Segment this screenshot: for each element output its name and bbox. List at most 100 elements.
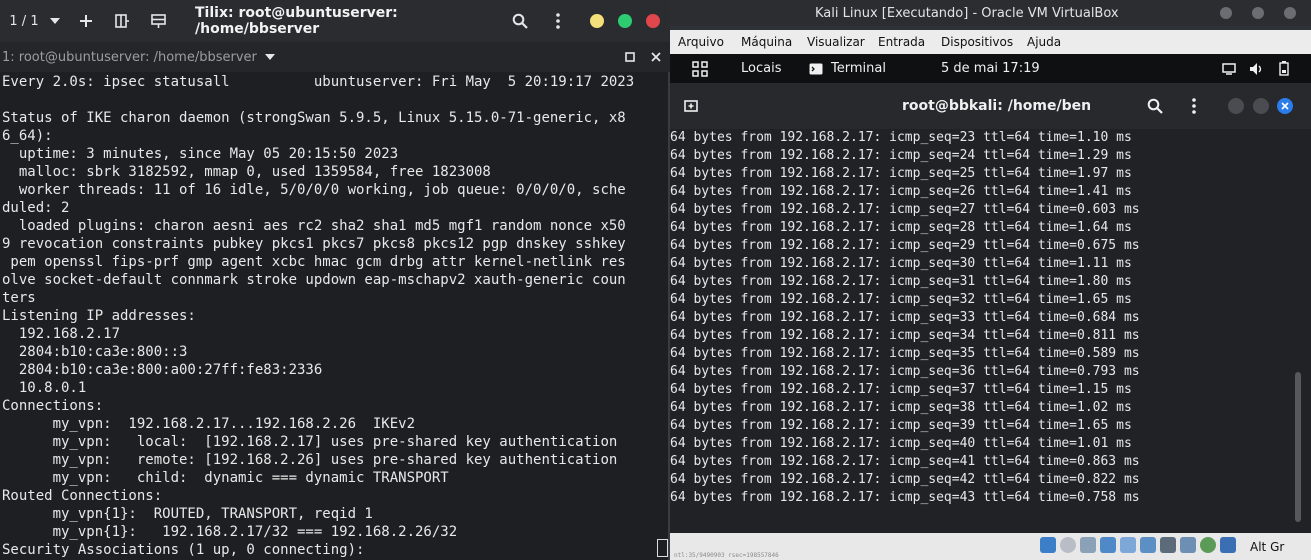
- terminal-line: my_vpn: child: dynamic === dynamic TRANS…: [2, 470, 449, 486]
- host-key-icon[interactable]: [1220, 537, 1236, 553]
- chevron-down-icon[interactable]: [44, 0, 66, 42]
- close-terminal-icon[interactable]: [646, 42, 666, 72]
- vbox-minimize-button[interactable]: [1220, 7, 1232, 19]
- ping-line: 64 bytes from 192.168.2.17: icmp_seq=26 …: [670, 184, 1132, 199]
- ping-line: 64 bytes from 192.168.2.17: icmp_seq=23 …: [670, 130, 1132, 145]
- mouse-icon[interactable]: [1200, 537, 1216, 553]
- ping-line: 64 bytes from 192.168.2.17: icmp_seq=42 …: [670, 472, 1140, 487]
- screen-icon[interactable]: [1222, 54, 1236, 83]
- maximize-button[interactable]: [618, 14, 632, 28]
- vbox-window-title: Kali Linux [Executando] - Oracle VM Virt…: [815, 5, 1119, 21]
- ping-line: 64 bytes from 192.168.2.17: icmp_seq=27 …: [670, 202, 1140, 217]
- close-button[interactable]: [646, 14, 660, 28]
- kali-terminal-window: root@bbkali: /home/ben 64 bytes from 192…: [670, 83, 1311, 533]
- hdd-icon[interactable]: [1040, 537, 1056, 553]
- ping-line: 64 bytes from 192.168.2.17: icmp_seq=38 …: [670, 400, 1132, 415]
- window-title: Tilix: root@ubuntuserver: /home/bbserver: [195, 5, 398, 37]
- menu-icon[interactable]: [548, 0, 568, 42]
- split-right-icon[interactable]: [110, 0, 134, 42]
- menu-ajuda[interactable]: Ajuda: [1027, 30, 1061, 54]
- search-icon[interactable]: [1147, 83, 1163, 129]
- terminal-line: Routed Connections:: [2, 488, 163, 504]
- terminal-output[interactable]: Every 2.0s: ipsec statusall ubuntuserver…: [0, 72, 668, 560]
- split-down-icon[interactable]: [146, 0, 172, 42]
- ping-line: 64 bytes from 192.168.2.17: icmp_seq=29 …: [670, 238, 1140, 253]
- status-text: ntl:35/9490903 rsec=198557846: [674, 552, 779, 559]
- menu-maquina[interactable]: Máquina: [741, 30, 792, 54]
- terminal-line: loaded plugins: charon aesni aes rc2 sha…: [2, 218, 626, 234]
- menu-dispositivos[interactable]: Dispositivos: [941, 30, 1013, 54]
- terminal-line: Status of IKE charon daemon (strongSwan …: [2, 110, 626, 126]
- ping-line: 64 bytes from 192.168.2.17: icmp_seq=32 …: [670, 292, 1132, 307]
- ping-line: 64 bytes from 192.168.2.17: icmp_seq=40 …: [670, 436, 1132, 451]
- new-tab-icon[interactable]: [684, 83, 698, 129]
- terminal-line: Listening IP addresses:: [2, 308, 196, 324]
- terminal-line: olve socket-default connmark stroke updo…: [2, 272, 626, 288]
- volume-icon[interactable]: [1249, 54, 1265, 83]
- terminal-cursor: [657, 539, 668, 557]
- tilix-window: 1 / 1 Tilix: root@ubuntuserver: /home/bb…: [0, 0, 670, 560]
- terminal-title-text: 1: root@ubuntuserver: /home/bbserver: [2, 49, 257, 65]
- recording-icon[interactable]: [1180, 537, 1196, 553]
- menu-icon[interactable]: [1192, 83, 1196, 129]
- terminal-line: Every 2.0s: ipsec statusall ubuntuserver…: [2, 74, 635, 90]
- vbox-maximize-button[interactable]: [1252, 7, 1264, 19]
- usb-icon[interactable]: [1120, 537, 1136, 553]
- search-icon[interactable]: [508, 0, 532, 42]
- terminal-line: my_vpn{1}: ROUTED, TRANSPORT, reqid 1: [2, 506, 373, 522]
- places-menu[interactable]: Locais: [741, 54, 781, 83]
- virtualbox-window: Kali Linux [Executando] - Oracle VM Virt…: [670, 0, 1311, 560]
- display-icon[interactable]: [1160, 537, 1176, 553]
- optical-icon[interactable]: [1060, 537, 1076, 553]
- menu-entrada[interactable]: Entrada: [878, 30, 925, 54]
- network-icon[interactable]: [1100, 537, 1116, 553]
- kali-maximize-button[interactable]: [1253, 98, 1269, 114]
- vbox-menubar: Arquivo Máquina Visualizar Entrada Dispo…: [670, 30, 1311, 54]
- terminal-line: Security Associations (1 up, 0 connectin…: [2, 542, 365, 558]
- terminal-line: my_vpn{1}: 192.168.2.17/32 === 192.168.2…: [2, 524, 458, 540]
- chevron-down-icon[interactable]: [264, 54, 275, 60]
- terminal-line: pem openssl fips-prf gmp agent xcbc hmac…: [2, 254, 626, 270]
- apps-grid-icon[interactable]: [692, 54, 708, 83]
- menu-arquivo[interactable]: Arquivo: [678, 30, 724, 54]
- ping-line: 64 bytes from 192.168.2.17: icmp_seq=31 …: [670, 274, 1132, 289]
- ping-line: 64 bytes from 192.168.2.17: icmp_seq=24 …: [670, 148, 1132, 163]
- kali-close-button[interactable]: [1277, 98, 1293, 114]
- terminal-line: 2804:b10:ca3e:800::3: [2, 344, 188, 360]
- battery-icon[interactable]: [1279, 54, 1289, 83]
- terminal-app-label[interactable]: Terminal: [831, 54, 886, 83]
- ping-line: 64 bytes from 192.168.2.17: icmp_seq=43 …: [670, 490, 1140, 505]
- session-counter[interactable]: 1 / 1: [6, 0, 42, 42]
- ping-line: 64 bytes from 192.168.2.17: icmp_seq=35 …: [670, 346, 1140, 361]
- terminal-line: my_vpn: 192.168.2.17...192.168.2.26 IKEv…: [2, 416, 416, 432]
- panel-clock[interactable]: 5 de mai 17:19: [941, 54, 1040, 83]
- audio-icon[interactable]: [1080, 537, 1096, 553]
- kali-top-panel: Locais Terminal 5 de mai 17:19: [670, 54, 1311, 83]
- ping-line: 64 bytes from 192.168.2.17: icmp_seq=28 …: [670, 220, 1132, 235]
- menu-visualizar[interactable]: Visualizar: [807, 30, 865, 54]
- kali-minimize-button[interactable]: [1228, 98, 1244, 114]
- ping-line: 64 bytes from 192.168.2.17: icmp_seq=25 …: [670, 166, 1132, 181]
- terminal-line: duled: 2: [2, 200, 70, 216]
- ping-line: 64 bytes from 192.168.2.17: icmp_seq=37 …: [670, 382, 1132, 397]
- minimize-button[interactable]: [590, 14, 604, 28]
- maximize-terminal-icon[interactable]: [620, 42, 640, 72]
- ping-output: 64 bytes from 192.168.2.17: icmp_seq=23 …: [670, 129, 1140, 507]
- ping-line: 64 bytes from 192.168.2.17: icmp_seq=34 …: [670, 328, 1140, 343]
- shared-folder-icon[interactable]: [1140, 537, 1156, 553]
- plus-icon[interactable]: [74, 0, 98, 42]
- vbox-title-bar: Kali Linux [Executando] - Oracle VM Virt…: [670, 0, 1311, 26]
- terminal-title-label[interactable]: 1: root@ubuntuserver: /home/bbserver: [2, 42, 275, 72]
- vbox-close-button[interactable]: [1284, 7, 1296, 19]
- ping-line: 64 bytes from 192.168.2.17: icmp_seq=39 …: [670, 418, 1132, 433]
- terminal-line: 10.8.0.1: [2, 380, 87, 396]
- kali-terminal-scrollbar[interactable]: [1295, 372, 1301, 522]
- terminal-line: uptime: 3 minutes, since May 05 20:15:50…: [2, 146, 399, 162]
- terminal-line: 2804:b10:ca3e:800:a00:27ff:fe83:2336: [2, 362, 323, 378]
- terminal-line: 6_64):: [2, 128, 53, 144]
- kali-terminal-title: root@bbkali: /home/ben: [902, 98, 1092, 114]
- terminal-icon[interactable]: [809, 54, 823, 83]
- ping-line: 64 bytes from 192.168.2.17: icmp_seq=36 …: [670, 364, 1140, 379]
- tilix-header-bar: 1 / 1 Tilix: root@ubuntuserver: /home/bb…: [0, 0, 670, 43]
